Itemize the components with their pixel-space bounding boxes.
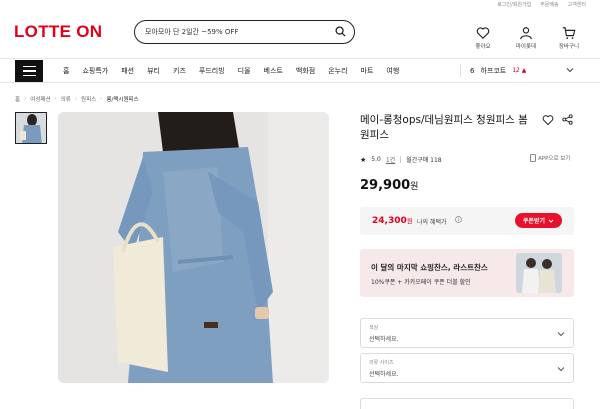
review-count-link[interactable]: 1건 [386,155,395,164]
product-thumbnail[interactable] [15,112,47,144]
benefit-price-unit: 원 [406,217,413,225]
breadcrumb-separator: › [24,96,27,102]
product-main-image[interactable] [58,112,329,383]
customer-center-link[interactable]: 고객센터 [568,0,586,10]
breadcrumb-separator: › [54,96,57,102]
size-select-value: 선택하세요. [369,371,399,378]
nav-item-home[interactable]: 홈 [63,66,69,76]
color-select[interactable]: 색상 선택하세요. [360,318,574,348]
logo-text-on: ON [76,22,103,41]
logo-text-lotte: LOTTE [14,22,72,41]
meta-divider [400,156,402,163]
product-price: 29,900원 [360,178,418,193]
promo-title: 이 달의 마지막 쇼핑찬스, 라스트찬스 [371,263,488,272]
wishlist-button[interactable]: 좋아요 [470,26,496,50]
cart-icon [562,27,576,39]
star-icon: ★ [360,155,367,164]
mypage-label: 마이롯데 [515,44,537,50]
cart-button[interactable]: 장바구니 [556,26,582,50]
size-select-label: 의류 사이즈 [369,360,394,366]
get-coupon-button[interactable]: 쿠폰받기 [514,213,562,228]
coupon-button-label: 쿠폰받기 [522,218,545,225]
cart-label: 장바구니 [558,44,580,50]
breadcrumb-item-current[interactable]: 롱/맥시원피스 [106,95,138,103]
rank-number: 6 [470,66,475,75]
nav-item-best[interactable]: 베스트 [264,66,283,76]
menu-line [22,74,36,77]
nav-items: 홈 쇼핑특가 패션 뷰티 키즈 푸드리빙 디올 베스트 백화점 온누리 마트 여… [63,59,399,82]
search-icon[interactable] [335,26,346,37]
nav-item-dior[interactable]: 디올 [238,66,251,76]
product-photo [58,112,329,383]
rank-change: 12 ▲ [512,67,527,74]
nav-item-mart[interactable]: 마트 [361,66,374,76]
nav-divider [460,64,461,77]
heart-icon [476,27,490,40]
rating-value: 5.0 [371,156,381,163]
chevron-down-icon [557,367,565,372]
app-view-label: APP으로 보기 [538,156,571,162]
mypage-button[interactable]: 마이롯데 [513,26,539,50]
promo-image [516,253,562,293]
search-placeholder: 모아모아 단 2일간 ~59% OFF [145,28,239,36]
nav-item-kids[interactable]: 키즈 [173,66,186,76]
nav-item-beauty[interactable]: 뷰티 [147,66,160,76]
trending-keyword[interactable]: 6 하프코트 12 ▲ [470,59,574,82]
promo-subtitle: 10%쿠폰 + 카카오페이 쿠폰 더블 할인 [371,279,471,286]
breadcrumb: 홈 › 여성패션 › 의류 › 원피스 › 롱/맥시원피스 [15,95,139,103]
header-icons: 좋아요 마이롯데 장바구니 [470,26,582,50]
nav-item-fashion[interactable]: 패션 [121,66,134,76]
price-unit: 원 [410,182,419,192]
share-icon[interactable] [562,114,573,125]
heart-icon[interactable] [542,114,554,126]
app-view-link[interactable]: APP으로 보기 [530,154,570,162]
color-select-label: 색상 [369,325,379,331]
wishlist-label: 좋아요 [475,44,491,50]
product-meta: ★ 5.0 1건 월간구매 118 [360,155,442,165]
order-tracking-link[interactable]: 주문배송 [540,0,558,10]
breadcrumb-separator: › [100,96,103,102]
breadcrumb-separator: › [74,96,78,102]
rank-keyword: 하프코트 [480,66,507,75]
mobile-icon [530,154,536,162]
product-title: 메이-롱청ops/데님원피스 청원피스 봄원피스 [360,114,528,141]
user-icon [520,27,532,40]
benefit-price-box: 24,300원 나의 혜택가 쿠폰받기 [360,207,574,235]
chevron-down-icon [548,219,554,223]
monthly-purchases: 월간구매 118 [406,157,442,164]
benefit-label: 나의 혜택가 [417,219,447,226]
nav-item-onnuri[interactable]: 온누리 [328,66,347,76]
header: LOTTE ON 모아모아 단 2일간 ~59% OFF 좋아요 마이롯데 장바… [0,10,600,56]
menu-line [22,65,36,68]
promo-photo [516,253,562,293]
info-icon[interactable] [455,216,462,223]
hamburger-menu-button[interactable] [15,60,43,82]
nav-item-travel[interactable]: 여행 [386,66,399,76]
search-input[interactable]: 모아모아 단 2일간 ~59% OFF [134,20,355,44]
nav-item-food-living[interactable]: 푸드리빙 [199,66,225,76]
next-option-select[interactable] [360,398,574,409]
chevron-down-icon [557,332,565,337]
promo-banner[interactable]: 이 달의 마지막 쇼핑찬스, 라스트찬스 10%쿠폰 + 카카오페이 쿠폰 더블… [360,249,574,297]
nav-item-department[interactable]: 백화점 [296,66,315,76]
logo[interactable]: LOTTE ON [14,22,102,42]
breadcrumb-item[interactable]: 의류 [61,95,71,103]
thumbnail-image [16,113,46,143]
breadcrumb-item[interactable]: 원피스 [81,95,96,103]
category-nav: 홈 쇼핑특가 패션 뷰티 키즈 푸드리빙 디올 베스트 백화점 온누리 마트 여… [0,58,600,83]
price-value: 29,900 [360,178,411,193]
login-link[interactable]: 로그인/회원가입 [497,0,531,10]
benefit-price-value: 24,300 [372,216,407,226]
size-select[interactable]: 의류 사이즈 선택하세요. [360,353,574,383]
breadcrumb-item[interactable]: 홈 [15,95,20,103]
benefit-price: 24,300원 [372,215,413,226]
color-select-value: 선택하세요. [369,336,399,343]
chevron-down-icon[interactable] [566,66,574,74]
utility-bar: 로그인/회원가입 주문배송 고객센터 [497,0,586,10]
menu-line [22,70,36,72]
breadcrumb-item[interactable]: 여성패션 [30,95,50,103]
nav-item-deals[interactable]: 쇼핑특가 [82,66,108,76]
